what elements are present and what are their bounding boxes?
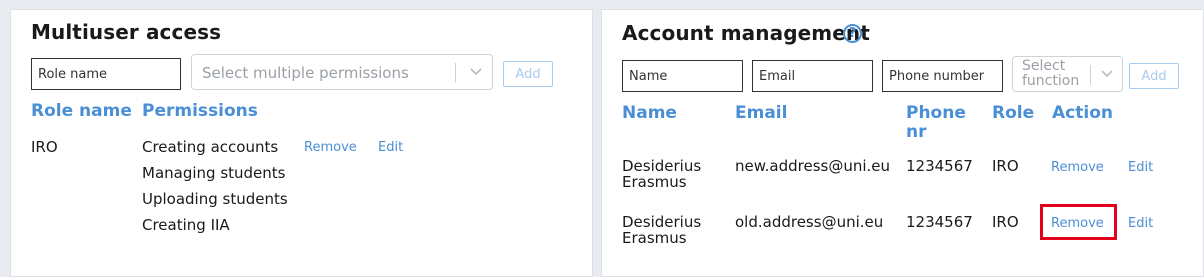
add-account-button[interactable]: Add: [1129, 63, 1179, 89]
permission-item: Creating accounts: [142, 138, 279, 156]
email-cell: old.address@uni.eu: [735, 213, 884, 231]
column-header-phone: Phone nr: [906, 104, 966, 142]
remove-account-link[interactable]: Remove: [1051, 216, 1104, 231]
email-cell: new.address@uni.eu: [735, 157, 891, 175]
name-cell: Desiderius Erasmus: [622, 158, 701, 190]
select-separator: [455, 63, 456, 83]
function-select-placeholder: Select function: [1022, 59, 1079, 89]
phone-cell: 1234567: [906, 213, 973, 231]
column-header-role-name: Role name: [31, 101, 132, 121]
edit-account-link[interactable]: Edit: [1128, 160, 1153, 175]
email-input[interactable]: [752, 60, 873, 92]
remove-account-link[interactable]: Remove: [1051, 160, 1104, 175]
function-placeholder-line2: function: [1022, 73, 1080, 89]
column-header-phone-line1: Phone: [906, 103, 966, 123]
multiuser-access-title: Multiuser access: [31, 20, 222, 44]
name-input[interactable]: [622, 60, 743, 92]
help-icon[interactable]: ?: [843, 24, 862, 43]
role-cell: IRO: [992, 213, 1019, 231]
column-header-email: Email: [735, 103, 788, 123]
edit-account-link[interactable]: Edit: [1128, 216, 1153, 231]
select-separator: [1090, 65, 1091, 85]
name-cell: Desiderius Erasmus: [622, 214, 701, 246]
role-cell: IRO: [992, 157, 1019, 175]
column-header-action: Action: [1052, 103, 1113, 123]
chevron-down-icon: [1101, 70, 1113, 78]
account-management-title: Account management: [622, 21, 870, 45]
remove-role-link[interactable]: Remove: [304, 140, 357, 155]
column-header-permissions: Permissions: [142, 101, 258, 121]
name-last: Erasmus: [622, 173, 687, 191]
account-management-panel: Account management ? Select function Add…: [601, 9, 1204, 277]
permission-item: Uploading students: [142, 190, 288, 208]
function-placeholder-line1: Select: [1022, 58, 1066, 74]
column-header-name: Name: [622, 103, 677, 123]
phone-cell: 1234567: [906, 157, 973, 175]
permissions-select[interactable]: Select multiple permissions: [191, 54, 493, 90]
phone-number-input[interactable]: [882, 60, 1003, 92]
permission-item: Managing students: [142, 164, 286, 182]
role-cell: IRO: [31, 138, 58, 156]
column-header-role: Role: [992, 103, 1035, 123]
function-select[interactable]: Select function: [1012, 56, 1123, 92]
name-last: Erasmus: [622, 229, 687, 247]
edit-role-link[interactable]: Edit: [378, 140, 403, 155]
chevron-down-icon: [470, 68, 482, 76]
permissions-select-placeholder: Select multiple permissions: [202, 64, 409, 82]
column-header-phone-line2: nr: [906, 122, 927, 142]
role-name-input[interactable]: [31, 58, 181, 90]
multiuser-access-panel: Multiuser access Select multiple permiss…: [10, 9, 593, 277]
add-role-button[interactable]: Add: [503, 61, 553, 87]
permission-item: Creating IIA: [142, 216, 230, 234]
